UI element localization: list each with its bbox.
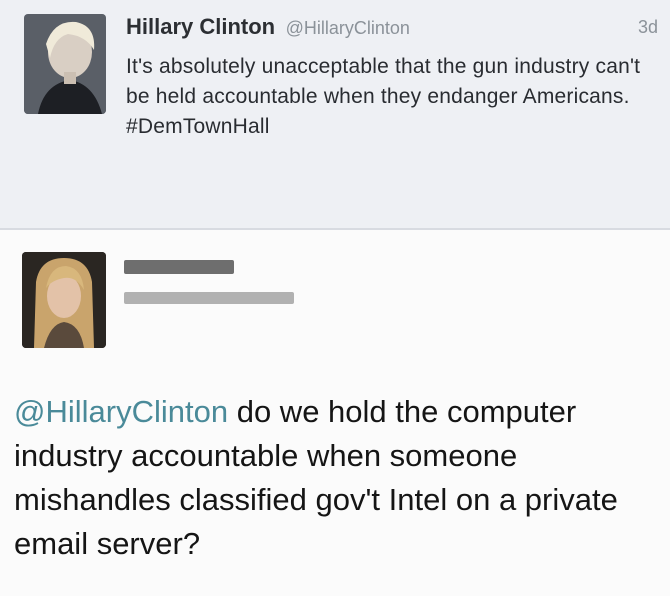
tweet-hashtag[interactable]: #DemTownHall [126,115,270,138]
tweet-text: It's absolutely unacceptable that the gu… [126,52,666,142]
author-name[interactable]: Hillary Clinton [126,14,275,39]
reply-avatar[interactable] [22,252,106,348]
author-handle[interactable]: @HillaryClinton [286,18,410,38]
reply-tweet: @HillaryClinton do we hold the computer … [0,230,670,596]
author-avatar-image [24,14,106,114]
tweet-body: It's absolutely unacceptable that the gu… [126,55,641,108]
author-avatar[interactable] [24,14,106,114]
tweet-header: Hillary Clinton @HillaryClinton 3d [126,14,662,46]
tweet-timestamp[interactable]: 3d [638,17,658,38]
reply-avatar-image [22,252,106,348]
redacted-handle-bar [124,292,294,304]
original-tweet: Hillary Clinton @HillaryClinton 3d It's … [0,0,670,230]
redacted-name-bar [124,260,234,274]
reply-text: @HillaryClinton do we hold the computer … [14,390,654,566]
reply-mention[interactable]: @HillaryClinton [14,394,228,429]
